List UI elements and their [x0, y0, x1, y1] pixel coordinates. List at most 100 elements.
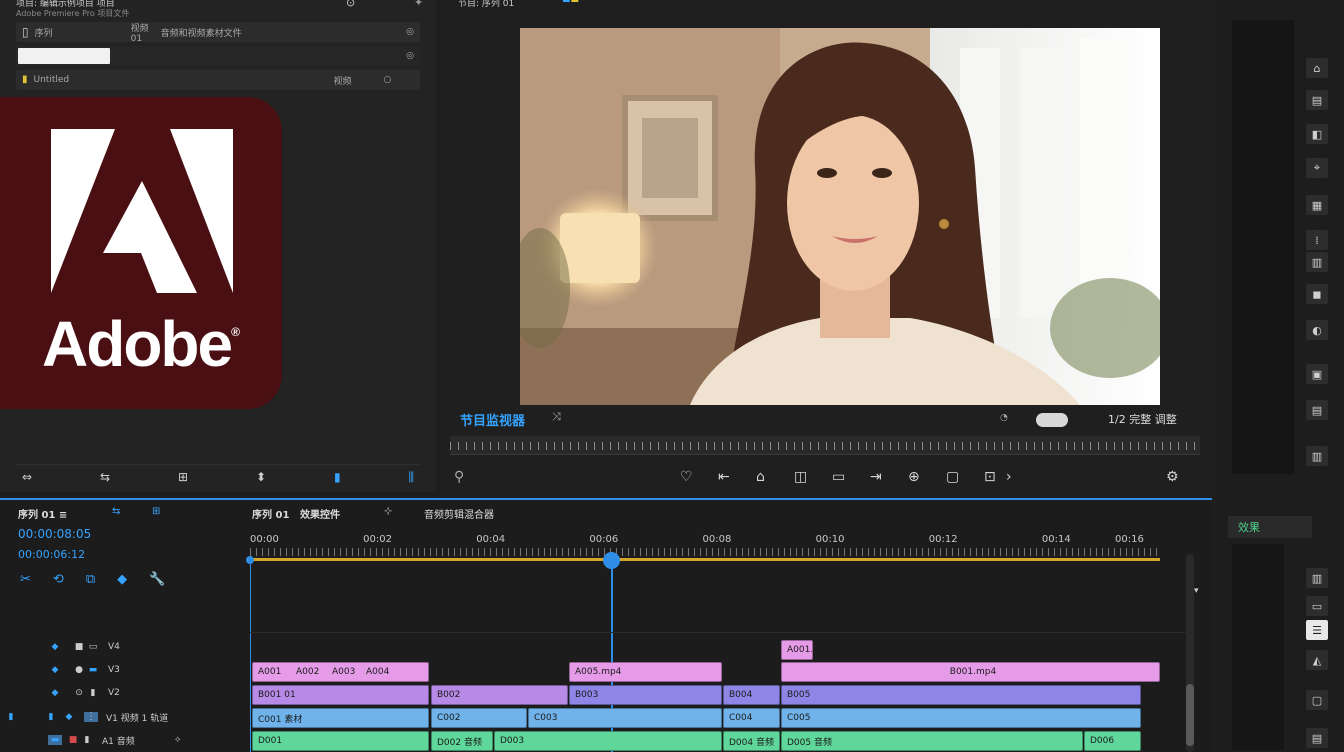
work-area-bar[interactable]: [250, 558, 1160, 561]
project-row-end[interactable]: ○: [384, 75, 392, 85]
effects-tool-6[interactable]: ▤: [1306, 728, 1328, 748]
project-row-untitled[interactable]: ▮ Untitled 视频 ○: [16, 70, 420, 90]
sequence-tab-marker-1[interactable]: ⇆: [112, 506, 120, 517]
effects-tool-2[interactable]: ▭: [1306, 596, 1328, 616]
sequence-tab-marker-2[interactable]: ⊞: [152, 506, 160, 517]
toolbar-tool-1-icon[interactable]: ⇔: [22, 471, 32, 483]
linked-selection-icon[interactable]: ⟲: [53, 572, 64, 587]
toolbar-tool-6-icon[interactable]: ⫼: [408, 471, 414, 483]
clip-v1-5[interactable]: C005: [781, 708, 1141, 728]
clip-v1-3[interactable]: C003: [528, 708, 722, 728]
extract-icon[interactable]: ⊡: [984, 469, 1006, 485]
clip-v3-3[interactable]: B001.mp4: [781, 662, 1160, 682]
lift-icon[interactable]: ▢: [946, 469, 984, 485]
zoom-slider-icon[interactable]: ◔: [1000, 413, 1008, 423]
right-tool-8[interactable]: ◼: [1306, 284, 1328, 304]
go-to-out-icon[interactable]: ⊕: [908, 469, 946, 485]
track-header-v4[interactable]: ◆ ■ ▭ V4: [0, 636, 248, 658]
track-lock-icon[interactable]: ◆: [48, 642, 62, 652]
effects-tool-5[interactable]: ▢: [1306, 690, 1328, 710]
project-name-input[interactable]: [18, 48, 110, 64]
timeline-tab-1[interactable]: 序列 01: [252, 506, 289, 521]
more-controls-icon[interactable]: ›: [1006, 469, 1166, 485]
track-toggle-icon[interactable]: ◆: [62, 712, 76, 722]
in-point-marker[interactable]: [246, 556, 254, 564]
clip-v1-2[interactable]: C002: [431, 708, 527, 728]
clip-a1-4[interactable]: D004 音频: [723, 731, 780, 751]
clip-a1-5[interactable]: D005 音频: [781, 731, 1083, 751]
track-lock-icon[interactable]: ◆: [48, 665, 62, 675]
clip-v3-1[interactable]: A001 A002 A003 A004: [252, 662, 429, 682]
clip-a1-2[interactable]: D002 音频: [431, 731, 493, 751]
project-panel-expand-icon[interactable]: ✦: [414, 0, 423, 9]
clip-a1-6[interactable]: D006: [1084, 731, 1141, 751]
right-tool-6[interactable]: ⁞: [1306, 230, 1328, 250]
track-mute-icon[interactable]: ■: [66, 735, 80, 745]
clip-v3-2[interactable]: A005.mp4: [569, 662, 722, 682]
scrollbar-thumb[interactable]: [1186, 684, 1194, 746]
effects-tool-1[interactable]: ▥: [1306, 568, 1328, 588]
right-tool-12[interactable]: ▥: [1306, 446, 1328, 466]
timeline-tab-2[interactable]: 效果控件: [300, 506, 340, 521]
timeline-timecode[interactable]: 00:00:08:05: [18, 527, 91, 541]
right-tool-11[interactable]: ▤: [1306, 400, 1328, 420]
track-output-icon[interactable]: ▮: [86, 688, 100, 698]
toolbar-tool-5-icon[interactable]: ▮: [334, 471, 341, 483]
track-lock-icon[interactable]: ◆: [48, 688, 62, 698]
toolbar-tool-2-icon[interactable]: ⇆: [100, 471, 110, 483]
track-toggle-icon[interactable]: ■: [72, 642, 86, 652]
monitor-timecode[interactable]: 节目监视器: [460, 410, 525, 429]
track-header-a1[interactable]: ▬ ■ ▮ A1 音频 ⟡: [0, 729, 248, 751]
play-icon[interactable]: ▭: [832, 469, 870, 485]
zoom-level-pill[interactable]: [1036, 413, 1068, 427]
project-row-end[interactable]: ◎: [406, 51, 414, 61]
clip-v4-1[interactable]: A001.mp4: [781, 640, 813, 660]
step-forward-icon[interactable]: ⇥: [870, 469, 908, 485]
track-output-icon[interactable]: ▬: [86, 665, 100, 675]
timeline-tab-3-icon[interactable]: ⊹: [384, 506, 392, 517]
fit-icon[interactable]: ⤨: [552, 410, 561, 424]
right-tool-2[interactable]: ▤: [1306, 90, 1328, 110]
track-header-v3[interactable]: ◆ ● ▬ V3: [0, 659, 248, 681]
project-row-end[interactable]: ◎: [406, 27, 414, 37]
timeline-settings-icon[interactable]: 🔧: [149, 572, 165, 587]
clip-a1-3[interactable]: D003: [494, 731, 722, 751]
clip-v2-3[interactable]: B003: [569, 685, 722, 705]
track-header-v1[interactable]: ▮ ▮ ◆ ⋮ V1 视频 1 轨道: [0, 706, 248, 728]
timeline-vertical-scrollbar[interactable]: [1186, 554, 1194, 752]
track-output-icon[interactable]: ▭: [86, 642, 100, 652]
track-lock-icon[interactable]: ▮: [44, 712, 58, 722]
scroll-arrow-icon[interactable]: ▾: [1194, 586, 1199, 596]
right-tool-9[interactable]: ◐: [1306, 320, 1328, 340]
track-toggle-icon[interactable]: ⊙: [72, 688, 86, 698]
settings-wrench-icon[interactable]: ⚲: [454, 469, 490, 485]
clip-a1-1[interactable]: D001: [252, 731, 429, 751]
track-output-icon[interactable]: ▮: [80, 735, 94, 745]
effects-tool-4[interactable]: ◭: [1306, 650, 1328, 670]
track-lock-icon[interactable]: ▬: [48, 735, 62, 745]
mark-in-icon[interactable]: ♡: [680, 469, 718, 485]
effects-tool-3[interactable]: ☰: [1306, 620, 1328, 640]
track-toggle-icon[interactable]: ●: [72, 665, 86, 675]
toolbar-tool-4-icon[interactable]: ⬍: [256, 471, 266, 483]
track-keyframe-icon[interactable]: ⟡: [175, 735, 181, 745]
clip-v1-4[interactable]: C004: [723, 708, 780, 728]
clip-v2-2[interactable]: B002: [431, 685, 568, 705]
step-back-icon[interactable]: ◫: [794, 469, 832, 485]
timeline-tab-3[interactable]: 音频剪辑混合器: [424, 506, 494, 521]
project-row-sequence[interactable]: ▯ 序列 视频 01 音频和视频素材文件 ◎: [16, 22, 420, 44]
clip-v1-1[interactable]: C001 素材: [252, 708, 429, 728]
right-tool-10[interactable]: ▣: [1306, 364, 1328, 384]
right-tool-5[interactable]: ▦: [1306, 195, 1328, 215]
right-tool-1[interactable]: ⌂: [1306, 58, 1328, 78]
keyframe-icon[interactable]: ◆: [117, 572, 127, 587]
effects-tab[interactable]: 效果: [1228, 516, 1312, 538]
right-tool-7[interactable]: ▥: [1306, 252, 1328, 272]
snap-icon[interactable]: ✂: [20, 572, 31, 587]
clip-v2-5[interactable]: B005: [781, 685, 1141, 705]
clip-v2-1[interactable]: B001 01: [252, 685, 429, 705]
monitor-mini-ruler[interactable]: [450, 436, 1200, 455]
project-row-input[interactable]: ◎: [16, 46, 420, 66]
go-to-in-icon[interactable]: ⌂: [756, 469, 794, 485]
toolbar-tool-3-icon[interactable]: ⊞: [178, 471, 188, 483]
